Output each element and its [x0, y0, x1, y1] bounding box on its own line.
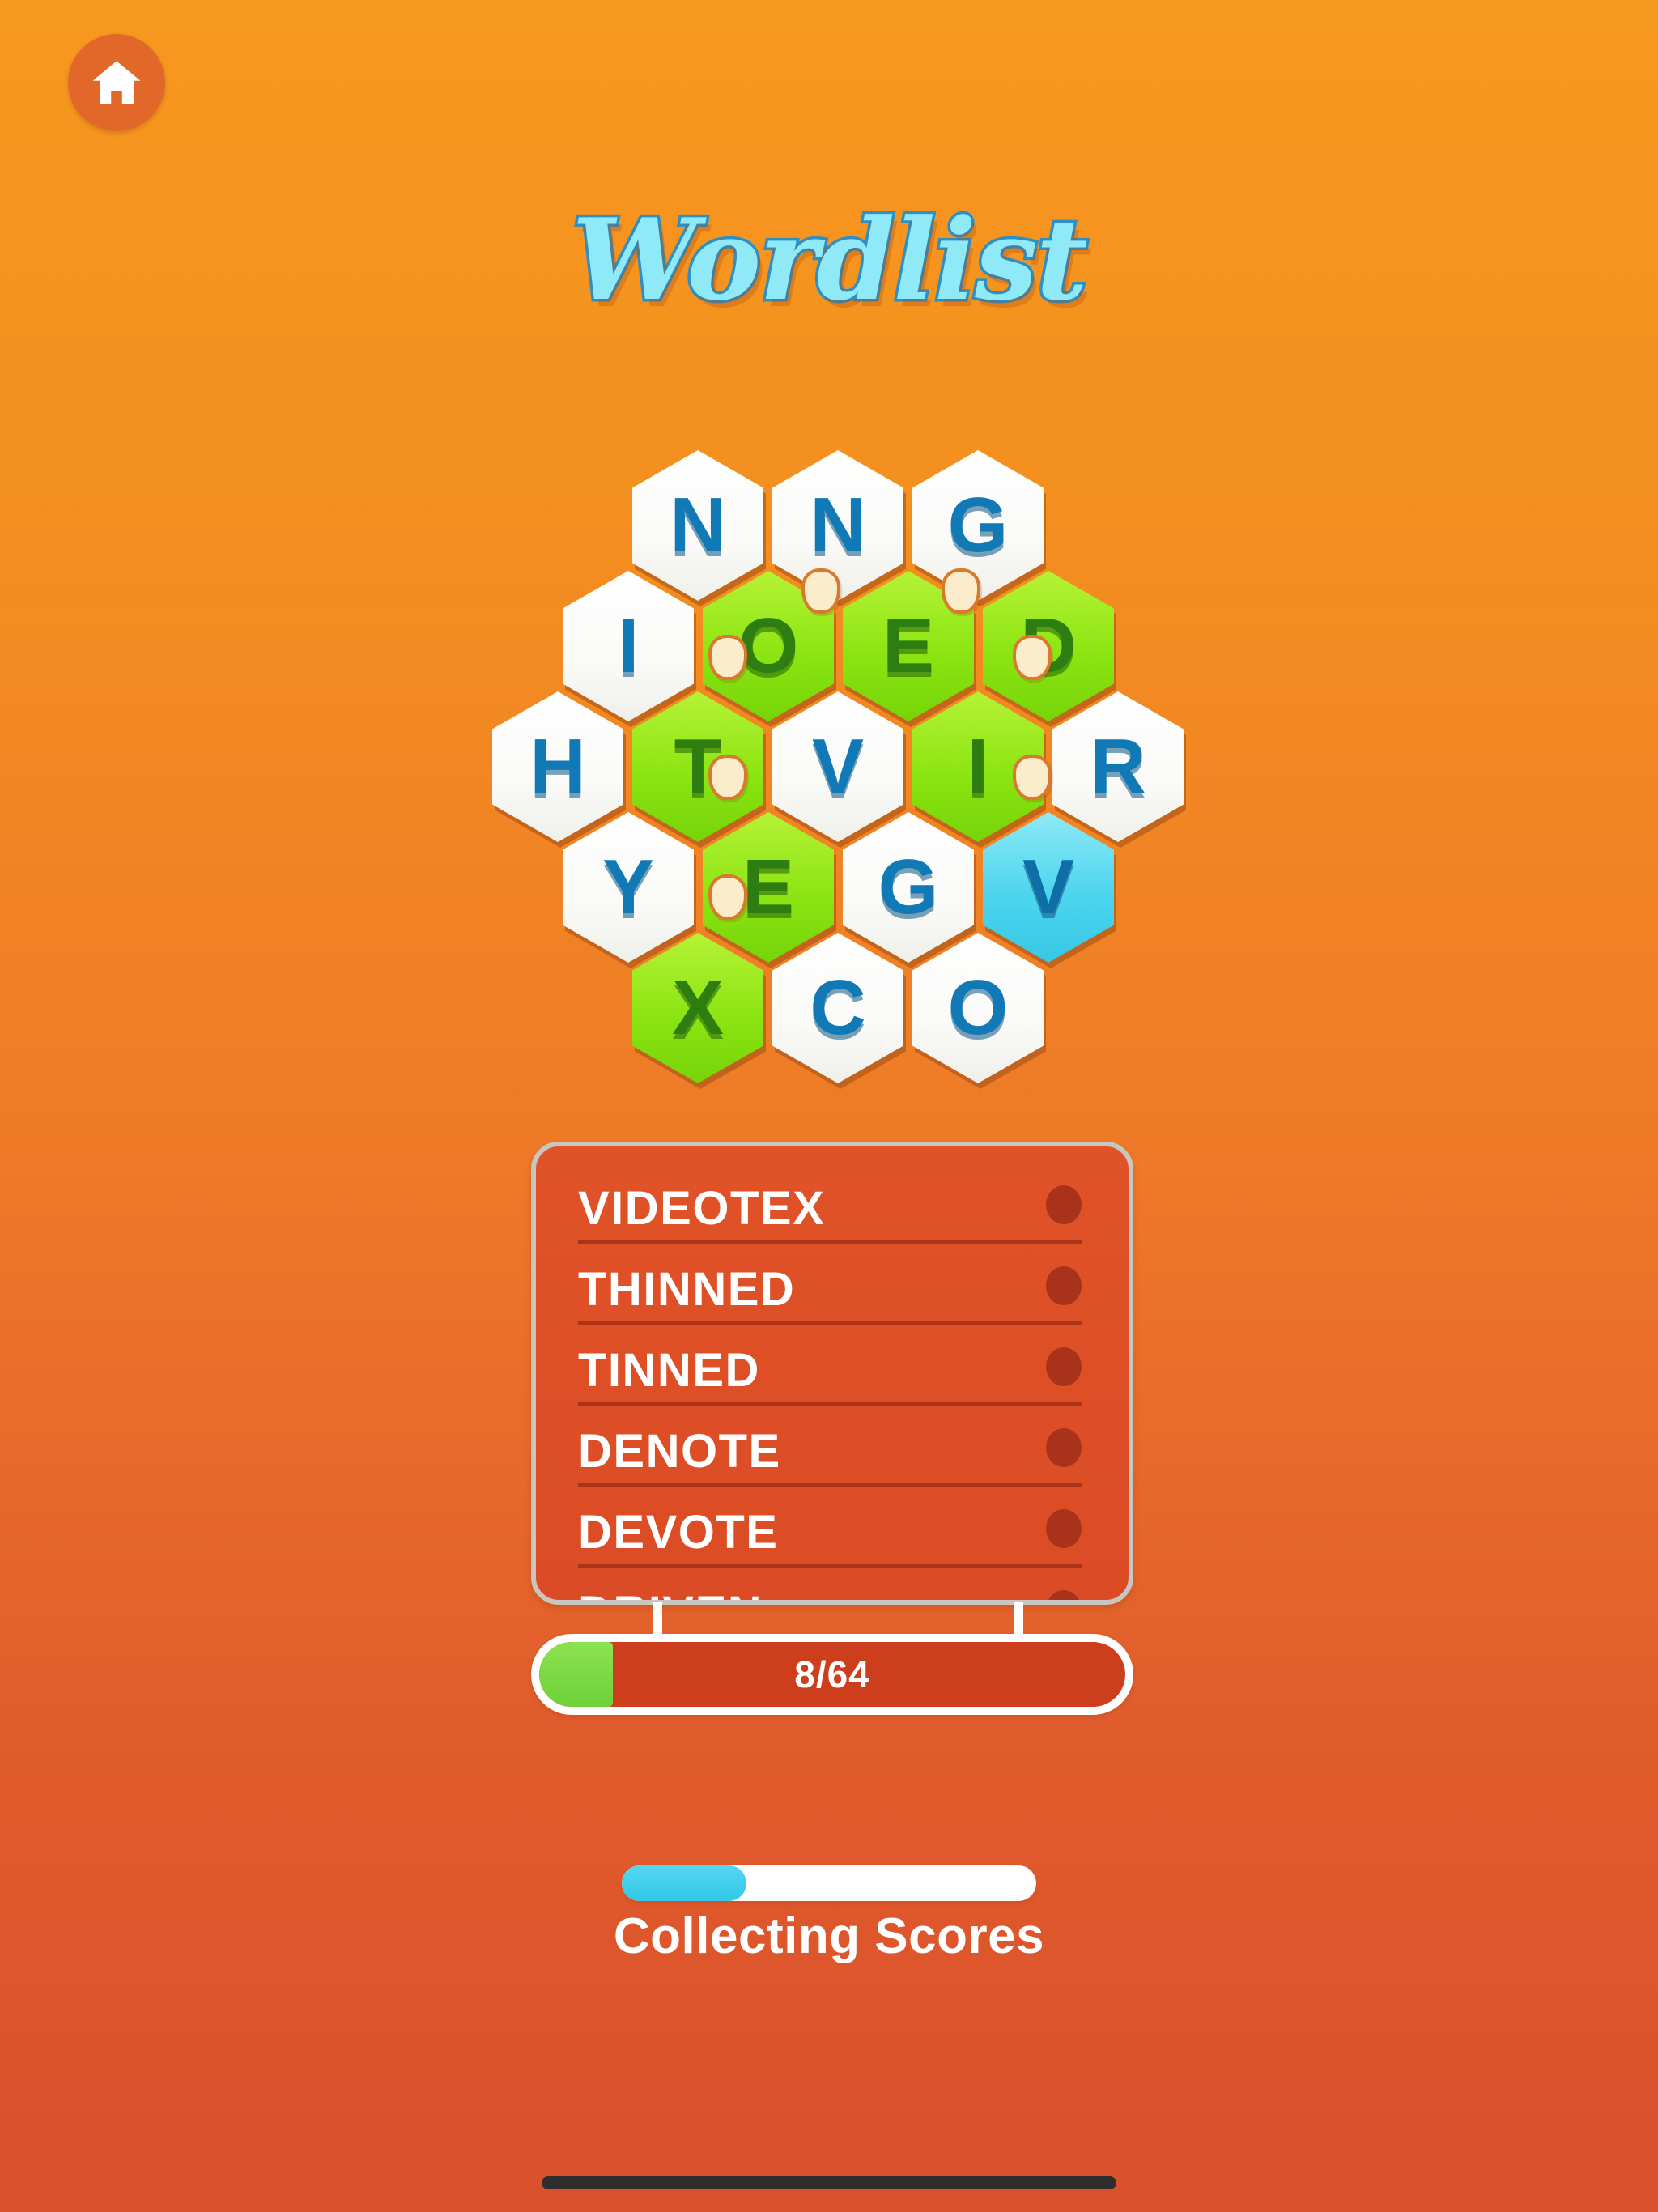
- word-status-dot: [1046, 1509, 1082, 1548]
- path-connector: [708, 874, 747, 920]
- path-connector: [708, 635, 747, 680]
- hex-tile-letter: I: [617, 602, 640, 689]
- panel-connector-left: [653, 1602, 662, 1637]
- home-icon: [89, 55, 144, 110]
- word-text: TINNED: [578, 1344, 760, 1397]
- loading-bar-fill: [622, 1865, 746, 1901]
- system-home-indicator: [542, 2176, 1116, 2189]
- hex-tile-letter: E: [742, 844, 795, 930]
- path-connector: [1013, 755, 1052, 800]
- hex-tile-letter: X: [671, 964, 725, 1051]
- loading-bar: [622, 1865, 1036, 1901]
- word-status-dot: [1046, 1185, 1082, 1224]
- hex-tile-letter: Y: [602, 844, 655, 930]
- hex-tile-x[interactable]: X: [632, 933, 763, 1083]
- word-list-row[interactable]: DEVOTE: [578, 1506, 1086, 1587]
- panel-connector-right: [1014, 1602, 1023, 1637]
- hex-board[interactable]: NNGIOEDHTVIRYEGVXCO: [0, 450, 1658, 1090]
- word-row-divider: [578, 1564, 1082, 1568]
- word-text: DENOTE: [578, 1425, 781, 1478]
- home-button[interactable]: [68, 34, 165, 131]
- word-row-divider: [578, 1240, 1082, 1244]
- word-row-divider: [578, 1483, 1082, 1487]
- word-text: DEVOTE: [578, 1506, 779, 1559]
- hex-tile-letter: C: [810, 964, 866, 1051]
- hex-tile-letter: O: [738, 602, 799, 689]
- word-text: THINNED: [578, 1263, 796, 1316]
- hex-tile-letter: R: [1090, 723, 1146, 810]
- hex-tile-letter: N: [670, 482, 726, 568]
- page-title: Wordlist: [0, 194, 1658, 325]
- hex-tile-letter: E: [882, 602, 935, 689]
- path-connector: [801, 568, 840, 614]
- word-status-dot: [1046, 1266, 1082, 1305]
- progress-bar: 8/64: [531, 1634, 1133, 1715]
- word-list-row[interactable]: VIDEOTEX: [578, 1182, 1086, 1263]
- word-status-dot: [1046, 1428, 1082, 1467]
- word-list-row[interactable]: DENOTE: [578, 1425, 1086, 1506]
- word-text: VIDEOTEX: [578, 1182, 826, 1235]
- loading-status-text: Collecting Scores: [613, 1908, 1045, 1964]
- word-status-dot: [1046, 1590, 1082, 1600]
- hex-tile-o[interactable]: O: [912, 933, 1044, 1083]
- hex-tile-letter: H: [529, 723, 586, 810]
- hex-tile-letter: O: [947, 964, 1009, 1051]
- word-status-dot: [1046, 1347, 1082, 1386]
- word-row-divider: [578, 1321, 1082, 1325]
- progress-label: 8/64: [794, 1653, 870, 1695]
- hex-tile-letter: V: [1022, 844, 1075, 930]
- path-connector: [708, 755, 747, 800]
- word-list-panel[interactable]: VIDEOTEX THINNED TINNED DENOTE DEVOTE DRIVEN: [531, 1142, 1133, 1605]
- word-list-row[interactable]: TINNED: [578, 1344, 1086, 1425]
- progress-bar-fill: [539, 1642, 613, 1707]
- hex-tile-letter: G: [878, 844, 939, 930]
- app-title-text: Wordlist: [569, 194, 1090, 325]
- hex-tile-letter: G: [947, 482, 1009, 568]
- hex-tile-c[interactable]: C: [772, 933, 903, 1083]
- hex-tile-letter: V: [811, 723, 865, 810]
- path-connector: [1013, 635, 1052, 680]
- word-text: DRIVEN: [578, 1590, 763, 1601]
- path-connector: [942, 568, 980, 614]
- hex-tile-letter: N: [810, 482, 866, 568]
- word-list-row[interactable]: THINNED: [578, 1263, 1086, 1344]
- word-row-divider: [578, 1402, 1082, 1406]
- hex-tile-letter: I: [967, 723, 989, 810]
